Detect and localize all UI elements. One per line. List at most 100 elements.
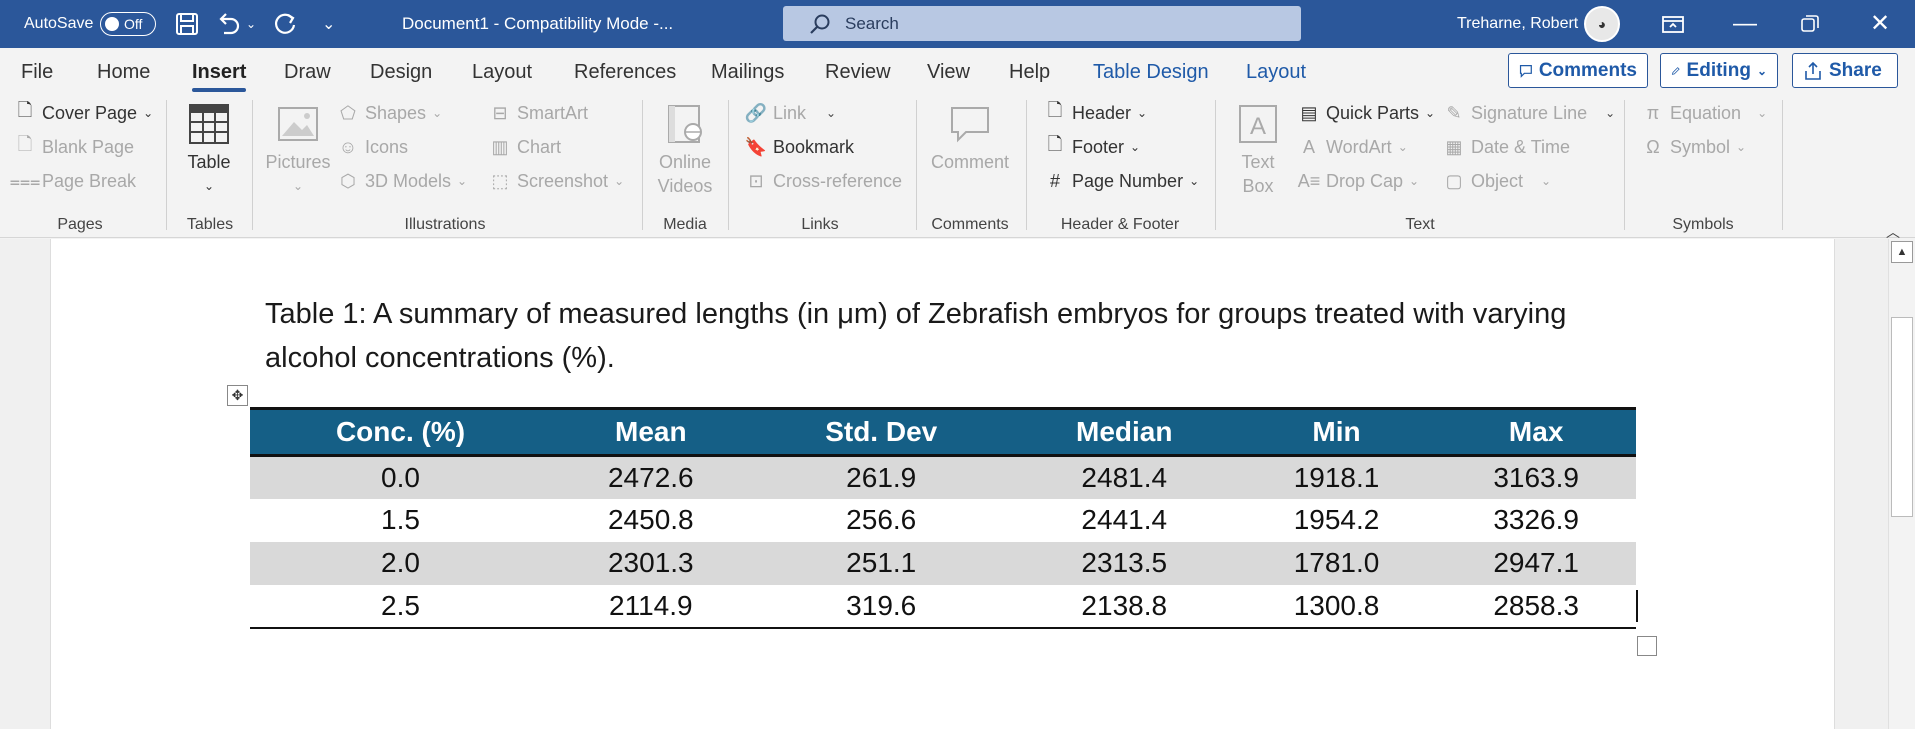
cross-reference-button[interactable]: ⊡ Cross-reference xyxy=(745,170,902,192)
user-name[interactable]: Treharne, Robert xyxy=(1457,0,1578,48)
tab-file[interactable]: File xyxy=(21,48,53,96)
table-header-cell[interactable]: Mean xyxy=(550,407,751,457)
object-button[interactable]: ▢ Object ⌄ xyxy=(1443,170,1551,192)
blank-page-button[interactable]: 🗋 Blank Page xyxy=(14,134,134,158)
avatar[interactable]: ◕ xyxy=(1584,6,1620,42)
tab-review[interactable]: Review xyxy=(825,48,891,96)
table-cell[interactable]: 3326.9 xyxy=(1436,499,1636,542)
new-comment-button[interactable]: Comment xyxy=(928,102,1012,174)
drop-cap-button[interactable]: A≡ Drop Cap ⌄ xyxy=(1298,170,1419,192)
editing-button[interactable]: Editing ⌄ xyxy=(1660,53,1778,88)
table-cell[interactable]: 2313.5 xyxy=(1011,541,1237,585)
table-cell[interactable]: 2472.6 xyxy=(550,455,751,499)
customize-toolbar-icon[interactable]: ⌄ xyxy=(322,0,335,48)
table-cell[interactable]: 256.6 xyxy=(751,499,1012,542)
table-cell[interactable]: 3163.9 xyxy=(1436,455,1636,499)
symbol-button[interactable]: Ω Symbol ⌄ xyxy=(1642,136,1746,158)
share-button[interactable]: Share xyxy=(1792,53,1898,88)
online-videos-button[interactable]: Online Videos xyxy=(652,102,718,198)
ribbon-display-options-button[interactable] xyxy=(1662,0,1684,48)
date-time-button[interactable]: ▦ Date & Time xyxy=(1443,136,1570,158)
wordart-button[interactable]: A WordArt ⌄ xyxy=(1298,136,1408,158)
table-cell[interactable]: 1954.2 xyxy=(1237,499,1437,542)
table-cell[interactable]: 2450.8 xyxy=(551,499,751,542)
tab-table-design[interactable]: Table Design xyxy=(1093,48,1209,96)
cover-page-button[interactable]: 🗋 Cover Page ⌄ xyxy=(14,100,153,124)
scroll-thumb[interactable] xyxy=(1891,317,1913,517)
autosave-toggle[interactable]: Off xyxy=(100,12,156,36)
table-caption[interactable]: Table 1: A summary of measured lengths (… xyxy=(265,292,1665,380)
tab-references[interactable]: References xyxy=(574,48,676,96)
undo-dropdown-icon[interactable]: ⌄ xyxy=(246,0,256,48)
page-number-button[interactable]: # Page Number ⌄ xyxy=(1044,170,1199,192)
tab-insert[interactable]: Insert xyxy=(192,48,247,96)
table-cell[interactable]: 2114.9 xyxy=(550,584,751,629)
undo-button[interactable] xyxy=(214,0,242,48)
link-button[interactable]: 🔗 Link ⌄ xyxy=(745,102,836,124)
table-header-cell[interactable]: Std. Dev xyxy=(750,407,1012,457)
table-cell[interactable]: 0.0 xyxy=(250,455,551,499)
data-table[interactable]: Conc. (%) Mean Std. Dev Median Min Max 0… xyxy=(250,407,1636,629)
table-cell[interactable]: 1781.0 xyxy=(1236,541,1437,585)
drop-cap-icon: A≡ xyxy=(1297,170,1321,191)
scroll-up-icon[interactable]: ▲ xyxy=(1891,241,1913,263)
header-button[interactable]: 🗋 Header ⌄ xyxy=(1044,100,1147,124)
tab-design[interactable]: Design xyxy=(370,48,432,96)
vertical-scrollbar[interactable]: ▲ xyxy=(1888,239,1915,729)
table-header-cell[interactable]: Median xyxy=(1011,407,1237,457)
pictures-button[interactable]: Pictures ⌄ xyxy=(265,102,331,198)
table-move-handle-icon[interactable]: ✥ xyxy=(227,385,248,406)
table-cell[interactable]: 2441.4 xyxy=(1012,499,1237,542)
tab-help[interactable]: Help xyxy=(1009,48,1050,96)
equation-button[interactable]: π Equation ⌄ xyxy=(1642,102,1767,124)
page-break-button[interactable]: ⩶ Page Break xyxy=(10,170,136,192)
signature-line-button[interactable]: ✎ Signature Line ⌄ xyxy=(1443,102,1615,124)
minimize-icon[interactable]: — xyxy=(1733,0,1757,48)
screenshot-button[interactable]: ⬚ Screenshot ⌄ xyxy=(489,170,624,192)
tab-home[interactable]: Home xyxy=(97,48,150,96)
chart-button[interactable]: ▥ Chart xyxy=(489,136,561,158)
table-header-cell[interactable]: Max xyxy=(1436,407,1636,457)
shapes-button[interactable]: ⬠ Shapes ⌄ xyxy=(337,102,442,124)
table-cell[interactable]: 2138.8 xyxy=(1011,584,1237,629)
table-cell[interactable]: 1918.1 xyxy=(1236,455,1437,499)
quick-parts-button[interactable]: ▤ Quick Parts ⌄ xyxy=(1298,102,1435,124)
text-box-button[interactable]: A Text Box xyxy=(1228,102,1288,198)
restore-button[interactable] xyxy=(1801,0,1819,48)
table-cell[interactable]: 2.5 xyxy=(250,584,551,629)
table-cell[interactable]: 261.9 xyxy=(750,455,1012,499)
save-button[interactable] xyxy=(174,0,200,48)
table-header-cell[interactable]: Conc. (%) xyxy=(250,407,551,457)
autosave-state: Off xyxy=(124,16,143,32)
table-cell[interactable]: 2947.1 xyxy=(1436,541,1636,585)
bookmark-button[interactable]: 🔖 Bookmark xyxy=(745,136,854,158)
table-header-row: Conc. (%) Mean Std. Dev Median Min Max xyxy=(250,407,1636,457)
tab-draw[interactable]: Draw xyxy=(284,48,331,96)
footer-button[interactable]: 🗋 Footer ⌄ xyxy=(1044,134,1140,158)
search-box[interactable]: Search xyxy=(783,6,1301,41)
tab-mailings[interactable]: Mailings xyxy=(711,48,784,96)
icons-button[interactable]: ☺ Icons xyxy=(337,136,408,158)
tab-view[interactable]: View xyxy=(927,48,970,96)
table-cell[interactable]: 2481.4 xyxy=(1011,455,1237,499)
table-cell[interactable]: 1.5 xyxy=(250,499,551,542)
3d-models-button[interactable]: ⬡ 3D Models ⌄ xyxy=(337,170,467,192)
redo-button[interactable] xyxy=(272,0,300,48)
chevron-down-icon: ⌄ xyxy=(1757,106,1768,120)
table-cell[interactable]: 2301.3 xyxy=(550,541,751,585)
comments-button[interactable]: Comments xyxy=(1508,53,1648,88)
table-cell[interactable]: 251.1 xyxy=(750,541,1012,585)
tab-table-layout[interactable]: Layout xyxy=(1246,48,1306,96)
comment-icon xyxy=(951,107,989,143)
tab-layout[interactable]: Layout xyxy=(472,48,532,96)
table-cell[interactable]: 1300.8 xyxy=(1236,584,1437,629)
table-cell[interactable]: 2858.3 xyxy=(1436,584,1636,629)
smartart-button[interactable]: ⊟ SmartArt xyxy=(489,102,588,124)
table-button[interactable]: Table ⌄ xyxy=(184,102,234,198)
footer-icon: 🗋 xyxy=(1047,134,1063,154)
table-resize-handle[interactable] xyxy=(1637,636,1657,656)
table-cell[interactable]: 319.6 xyxy=(750,584,1012,629)
close-icon[interactable]: ✕ xyxy=(1870,0,1890,48)
table-cell[interactable]: 2.0 xyxy=(250,541,551,585)
table-header-cell[interactable]: Min xyxy=(1236,407,1437,457)
